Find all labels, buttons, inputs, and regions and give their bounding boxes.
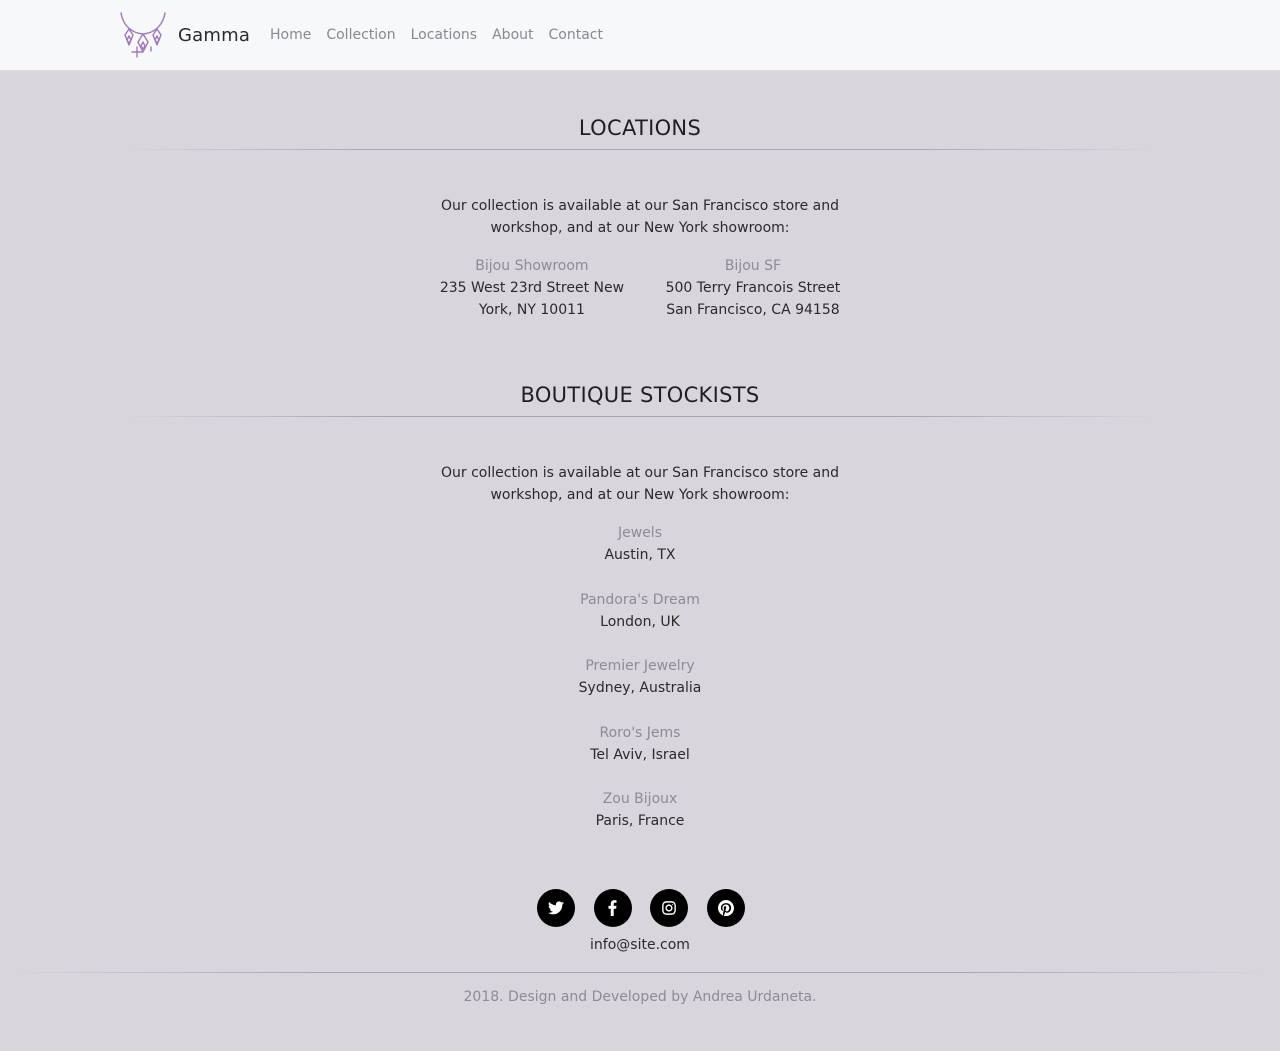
- store-address: 500 Terry Francois Street San Francisco,…: [665, 280, 841, 318]
- list-item: Zou Bijoux Paris, France: [440, 788, 840, 832]
- instagram-icon: [662, 901, 676, 915]
- location-card-showroom: Bijou Showroom 235 West 23rd Street New …: [430, 255, 634, 321]
- stockist-city: Austin, TX: [604, 547, 676, 563]
- stockist-name: Premier Jewelry: [585, 658, 695, 674]
- footer-divider: [0, 972, 1280, 973]
- stockists-intro: Our collection is available at our San F…: [441, 465, 839, 503]
- store-name: Bijou Showroom: [475, 258, 589, 274]
- stockist-name: Zou Bijoux: [602, 791, 678, 807]
- store-name: Bijou SF: [724, 258, 782, 274]
- list-item: Pandora's Dream London, UK: [440, 589, 840, 633]
- brand-link[interactable]: Gamma: [119, 11, 250, 59]
- contact-email[interactable]: info@site.com: [0, 934, 1280, 956]
- pinterest-icon: [717, 900, 734, 916]
- stockist-city: Tel Aviv, Israel: [590, 746, 690, 763]
- location-cards: Bijou Showroom 235 West 23rd Street New …: [430, 255, 850, 321]
- main-nav: Home Collection Locations About Contact: [270, 25, 618, 45]
- location-card-sf: Bijou SF 500 Terry Francois Street San F…: [656, 255, 850, 321]
- stockist-list: Jewels Austin, TX Pandora's Dream London…: [440, 522, 840, 855]
- copyright-text: 2018. Design and Developed by Andrea Urd…: [463, 989, 817, 1005]
- stockist-name: Roro's Jems: [599, 724, 681, 741]
- nav-contact[interactable]: Contact: [549, 25, 603, 45]
- locations-intro: Our collection is available at our San F…: [441, 198, 839, 236]
- stockist-name: Pandora's Dream: [580, 591, 700, 608]
- nav-locations[interactable]: Locations: [411, 25, 478, 45]
- stockist-city: London, UK: [600, 613, 680, 630]
- navbar: Gamma Home Collection Locations About Co…: [0, 0, 1280, 71]
- instagram-button[interactable]: [650, 889, 688, 927]
- necklace-logo-icon: [119, 11, 167, 59]
- list-item: Jewels Austin, TX: [440, 522, 840, 566]
- brand-name: Gamma: [178, 24, 251, 46]
- nav-collection[interactable]: Collection: [326, 25, 395, 45]
- facebook-button[interactable]: [593, 889, 632, 927]
- nav-about[interactable]: About: [492, 25, 533, 45]
- locations-title: LOCATIONS: [578, 116, 702, 140]
- facebook-icon: [608, 900, 617, 916]
- stockist-city: Sydney, Australia: [578, 680, 702, 696]
- nav-home[interactable]: Home: [270, 25, 311, 45]
- stockist-name: Jewels: [618, 525, 662, 541]
- twitter-button[interactable]: [537, 889, 575, 927]
- pinterest-button[interactable]: [706, 889, 745, 927]
- twitter-icon: [548, 901, 564, 915]
- list-item: Roro's Jems Tel Aviv, Israel: [440, 722, 840, 766]
- list-item: Premier Jewelry Sydney, Australia: [440, 655, 840, 699]
- store-address: 235 West 23rd Street New York, NY 10011: [439, 280, 625, 318]
- locations-divider: [120, 149, 1160, 150]
- stockist-city: Paris, France: [595, 813, 685, 829]
- social-links: [537, 889, 745, 927]
- stockists-divider: [120, 416, 1160, 417]
- stockists-title: BOUTIQUE STOCKISTS: [520, 383, 760, 407]
